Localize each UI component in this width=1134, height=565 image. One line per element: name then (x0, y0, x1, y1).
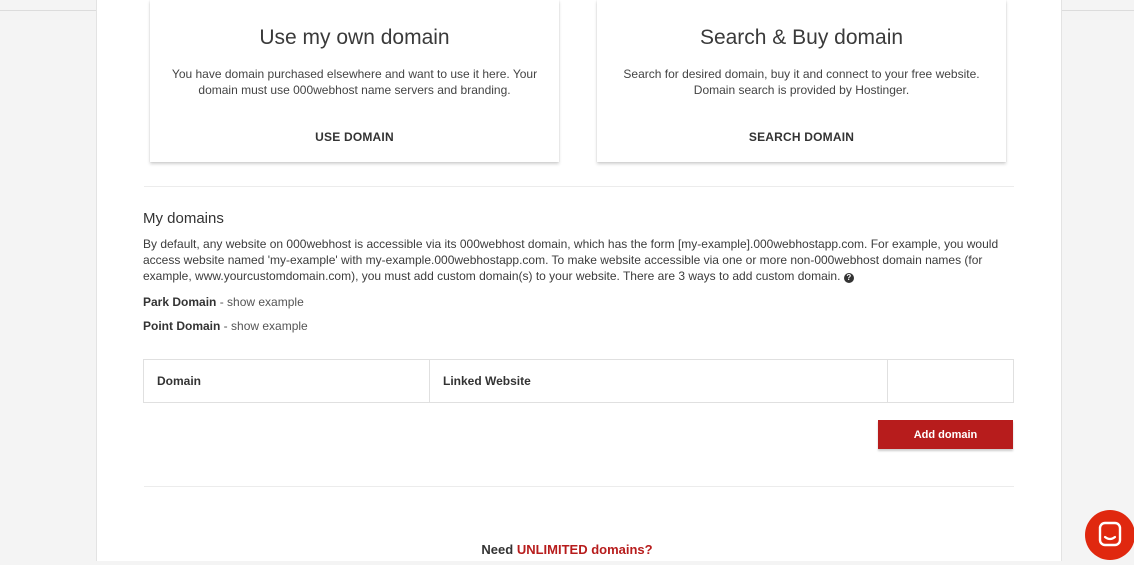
domains-table: Domain Linked Website (143, 359, 1014, 403)
card-description: You have domain purchased elsewhere and … (171, 67, 538, 97)
chat-widget-button[interactable] (1085, 510, 1134, 560)
card-title: Search & Buy domain (699, 26, 904, 49)
use-domain-button[interactable]: USE DOMAIN (150, 130, 559, 144)
chat-bubble-icon (1098, 521, 1122, 547)
question-circle-icon[interactable]: ? (843, 273, 854, 283)
column-header-actions (888, 360, 1013, 402)
park-domain-row: Park Domain - show example (143, 295, 304, 309)
section-divider (144, 186, 1014, 187)
section-divider (144, 486, 1014, 487)
promo-prefix: Need (481, 542, 517, 557)
my-domains-description: By default, any website on 000webhost is… (143, 236, 1018, 284)
point-domain-show-example-link[interactable]: show example (231, 319, 308, 333)
card-description: Search for desired domain, buy it and co… (623, 67, 980, 97)
column-header-linked-website: Linked Website (430, 360, 888, 402)
promo-highlight-link[interactable]: UNLIMITED domains? (517, 542, 653, 557)
separator: - (220, 319, 232, 333)
unlimited-domains-promo: Need UNLIMITED domains? (0, 542, 1134, 557)
search-domain-button[interactable]: SEARCH DOMAIN (597, 130, 1006, 144)
column-header-domain: Domain (144, 360, 430, 402)
my-domains-title: My domains (143, 210, 224, 227)
point-domain-row: Point Domain - show example (143, 319, 308, 333)
card-title: Use my own domain (259, 26, 450, 49)
use-own-domain-card: Use my own domain You have domain purcha… (150, 0, 559, 162)
search-buy-domain-card: Search & Buy domain Search for desired d… (597, 0, 1006, 162)
park-domain-show-example-link[interactable]: show example (227, 295, 304, 309)
method-name: Park Domain (143, 295, 217, 309)
description-text: By default, any website on 000webhost is… (143, 237, 999, 283)
separator: - (216, 295, 228, 309)
add-domain-button[interactable]: Add domain (878, 420, 1013, 449)
method-name: Point Domain (143, 319, 221, 333)
